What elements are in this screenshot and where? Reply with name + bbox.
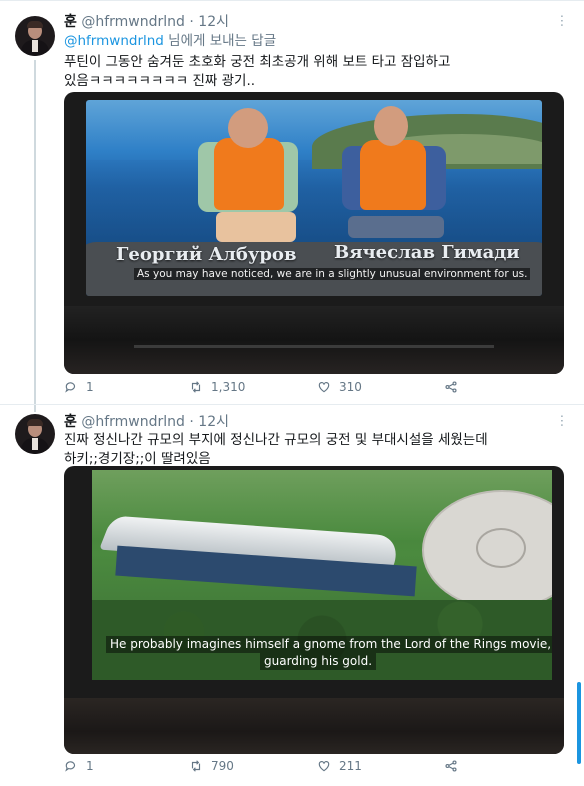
share-button[interactable] bbox=[444, 380, 458, 394]
share-icon bbox=[445, 381, 457, 393]
retweet-count: 1,310 bbox=[211, 380, 246, 394]
retweet-button[interactable]: 790 bbox=[189, 759, 234, 773]
timestamp[interactable]: 12시 bbox=[198, 14, 229, 30]
tweet-video[interactable]: Георгий Албуров Вячеслав Гимади As you m… bbox=[64, 92, 564, 374]
like-button[interactable]: 211 bbox=[317, 759, 362, 773]
share-button[interactable] bbox=[444, 759, 458, 773]
video-frame: He probably imagines himself a gnome fro… bbox=[92, 470, 552, 680]
separator-dot: · bbox=[189, 414, 194, 430]
video-frame: Георгий Албуров Вячеслав Гимади As you m… bbox=[86, 100, 542, 296]
reply-count: 1 bbox=[86, 380, 94, 394]
tweet-actions: 1 1,310 310 bbox=[64, 380, 494, 398]
retweet-button[interactable]: 1,310 bbox=[189, 380, 245, 394]
reply-button[interactable]: 1 bbox=[64, 380, 94, 394]
reply-count: 1 bbox=[86, 759, 94, 773]
tweet-text: 푸틴이 그동안 숨겨둔 초호화 궁전 최초공개 위해 보트 타고 잠입하고 있음… bbox=[64, 54, 451, 89]
video-name-left: Георгий Албуров bbox=[116, 244, 297, 265]
user-handle[interactable]: @hfrmwndrlnd bbox=[81, 414, 185, 430]
more-options-icon[interactable]: ··· bbox=[553, 414, 569, 427]
avatar[interactable] bbox=[15, 16, 55, 56]
heart-icon bbox=[318, 761, 330, 772]
reply-icon bbox=[65, 382, 76, 393]
reply-to-label: 님에게 보내는 답글 bbox=[163, 33, 277, 49]
reply-to-handle[interactable]: @hfrmwndrlnd bbox=[64, 33, 164, 49]
share-icon bbox=[445, 760, 457, 772]
tweet-2[interactable]: 훈 @hfrmwndrlnd · 12시 ··· 진짜 정신나간 규모의 부지에… bbox=[0, 404, 584, 786]
retweet-icon bbox=[191, 381, 201, 393]
video-subtitle: As you may have noticed, we are in a sli… bbox=[134, 268, 531, 280]
more-options-icon[interactable]: ··· bbox=[553, 14, 569, 27]
reply-context: @hfrmwndrlnd 님에게 보내는 답글 bbox=[64, 32, 276, 50]
like-count: 211 bbox=[339, 759, 362, 773]
display-name[interactable]: 훈 bbox=[64, 414, 77, 430]
tweet-header: 훈 @hfrmwndrlnd · 12시 bbox=[64, 413, 229, 431]
tv-frame bbox=[64, 306, 564, 374]
like-button[interactable]: 310 bbox=[317, 380, 362, 394]
tweet-1[interactable]: 훈 @hfrmwndrlnd · 12시 ··· @hfrmwndrlnd 님에… bbox=[0, 0, 584, 404]
separator-dot: · bbox=[189, 14, 194, 30]
reply-icon bbox=[65, 761, 76, 772]
retweet-icon bbox=[191, 760, 201, 772]
user-handle[interactable]: @hfrmwndrlnd bbox=[81, 14, 185, 30]
tweet-video[interactable]: He probably imagines himself a gnome fro… bbox=[64, 466, 564, 754]
retweet-count: 790 bbox=[211, 759, 234, 773]
display-name[interactable]: 훈 bbox=[64, 14, 77, 30]
timestamp[interactable]: 12시 bbox=[198, 414, 229, 430]
tweet-text: 진짜 정신나간 규모의 부지에 정신나간 규모의 궁전 및 부대시설을 세웠는데… bbox=[64, 432, 488, 467]
heart-icon bbox=[318, 382, 330, 393]
video-subtitle-line-1: He probably imagines himself a gnome fro… bbox=[106, 636, 552, 653]
scrollbar-thumb[interactable] bbox=[577, 682, 581, 764]
tweet-header: 훈 @hfrmwndrlnd · 12시 bbox=[64, 13, 229, 31]
tv-frame bbox=[64, 698, 564, 754]
video-subtitle-line-2: guarding his gold. bbox=[260, 653, 377, 670]
video-name-right: Вячеслав Гимади bbox=[334, 242, 520, 263]
tweet-actions: 1 790 211 bbox=[64, 759, 494, 777]
reply-button[interactable]: 1 bbox=[64, 759, 94, 773]
avatar[interactable] bbox=[15, 414, 55, 454]
like-count: 310 bbox=[339, 380, 362, 394]
